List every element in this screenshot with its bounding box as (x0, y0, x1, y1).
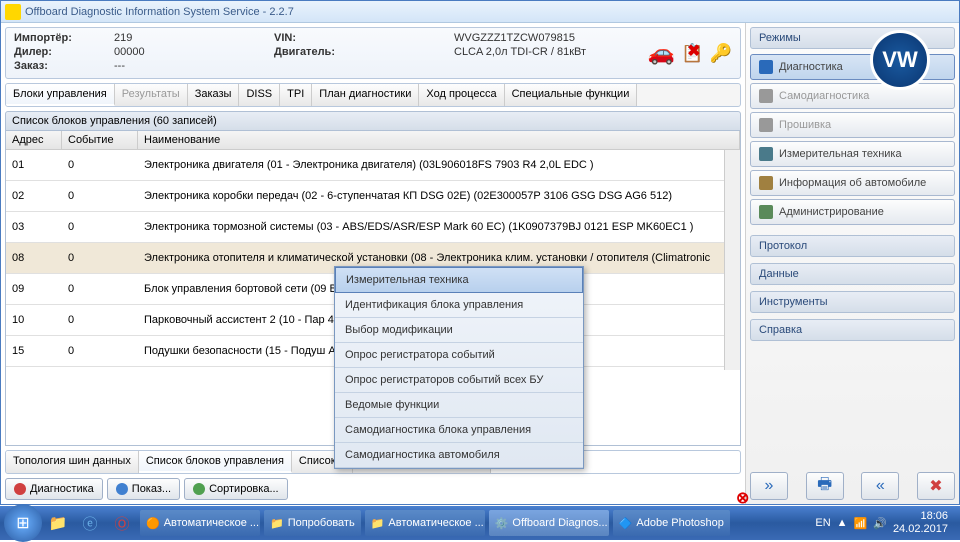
titlebar[interactable]: Offboard Diagnostic Information System S… (1, 1, 959, 23)
tab-3[interactable]: DISS (239, 84, 280, 106)
side-section-header[interactable]: Данные (750, 263, 955, 285)
vertical-scrollbar[interactable] (724, 150, 740, 370)
mode-button[interactable]: Информация об автомобиле (750, 170, 955, 196)
table-row[interactable]: 020Электроника коробки передач (02 - 6-с… (6, 181, 724, 212)
app-icon: 🔷 (619, 517, 633, 530)
tab-bar: Блоки управленияРезультатыЗаказыDISSTPIП… (5, 83, 741, 107)
engine-value: CLCA 2,0л TDI-CR / 81кВт (454, 46, 586, 58)
menu-item[interactable]: Идентификация блока управления (335, 293, 583, 318)
info-bar: Импортёр:219 Дилер:00000 Заказ:--- VIN:W… (5, 27, 741, 79)
engine-label: Двигатель: (274, 46, 454, 58)
menu-item[interactable]: Самодиагностика блока управления (335, 418, 583, 443)
app-icon: 📁 (371, 517, 385, 530)
side-section-header[interactable]: Справка (750, 319, 955, 341)
tab-0[interactable]: Блоки управления (6, 84, 115, 106)
system-tray[interactable]: EN ▲ 📶 🔊 18:06 24.02.2017 (815, 510, 956, 536)
dealer-label: Дилер: (14, 46, 114, 58)
taskbar-app[interactable]: 📁Попробовать (264, 510, 361, 536)
menu-item[interactable]: Измерительная техника (335, 267, 583, 293)
app-icon: ⚙️ (495, 517, 509, 530)
tab-4[interactable]: TPI (280, 84, 312, 106)
menu-item[interactable]: Опрос регистратора событий (335, 343, 583, 368)
mode-icon (759, 147, 773, 161)
opera-icon[interactable]: Ⓞ (109, 510, 135, 536)
importer-label: Импортёр: (14, 32, 114, 44)
vw-logo: VW (870, 30, 930, 90)
mode-icon (759, 60, 773, 74)
bottom-tab-1[interactable]: Список блоков управления (139, 451, 292, 473)
taskbar-app[interactable]: ⚙️Offboard Diagnos... (489, 510, 609, 536)
order-label: Заказ: (14, 60, 114, 72)
close-button[interactable]: ✖ (917, 472, 955, 500)
importer-value: 219 (114, 32, 132, 44)
tab-1[interactable]: Результаты (115, 84, 188, 106)
menu-item[interactable]: Ведомые функции (335, 393, 583, 418)
app-icon (5, 4, 21, 20)
taskbar-app[interactable]: 🔷Adobe Photoshop (613, 510, 730, 536)
back-button[interactable]: « (861, 472, 899, 500)
order-value: --- (114, 60, 125, 72)
side-panel: Режимы ДиагностикаСамодиагностикаПрошивк… (745, 23, 959, 504)
language-indicator[interactable]: EN (815, 517, 830, 529)
dealer-value: 00000 (114, 46, 145, 58)
vin-label: VIN: (274, 32, 454, 44)
mode-icon (759, 176, 773, 190)
bottom-buttons: ДиагностикаПоказ...Сортировка... (5, 478, 741, 500)
ie-icon[interactable]: ⓔ (77, 510, 103, 536)
key-icon: 🔑 (710, 43, 732, 64)
taskbar-apps: 🟠Автоматическое ...📁Попробовать📁Автомати… (138, 510, 732, 536)
tray-network-icon[interactable]: 📶 (854, 517, 868, 530)
taskbar[interactable]: ⊞ 📁 ⓔ Ⓞ 🟠Автоматическое ...📁Попробовать📁… (0, 506, 960, 540)
tray-flag-icon[interactable]: ▲ (837, 517, 848, 529)
action-button[interactable]: Показ... (107, 478, 180, 500)
action-button[interactable]: Диагностика (5, 478, 103, 500)
explorer-icon[interactable]: 📁 (45, 510, 71, 536)
print-button[interactable]: 🖶 (806, 472, 844, 500)
app-icon: 🟠 (146, 517, 160, 530)
start-button[interactable]: ⊞ (4, 504, 42, 542)
mode-icon (759, 118, 773, 132)
button-icon (14, 483, 26, 495)
action-button[interactable]: Сортировка... (184, 478, 288, 500)
mode-button: Самодиагностика (750, 83, 955, 109)
window-title: Offboard Diagnostic Information System S… (25, 6, 294, 18)
button-icon (116, 483, 128, 495)
tab-7[interactable]: Специальные функции (505, 84, 638, 106)
side-sections: Протокол Данные Инструменты Справка (750, 235, 955, 341)
context-menu: Измерительная техникаИдентификация блока… (334, 266, 584, 469)
side-section-header[interactable]: Инструменты (750, 291, 955, 313)
forward-button[interactable]: » (750, 472, 788, 500)
taskbar-app[interactable]: 📁Автоматическое ... (365, 510, 485, 536)
app-icon: 📁 (270, 517, 284, 530)
menu-item[interactable]: Выбор модификации (335, 318, 583, 343)
tab-2[interactable]: Заказы (188, 84, 240, 106)
button-icon (193, 483, 205, 495)
table-row[interactable]: 010Электроника двигателя (01 - Электрони… (6, 150, 724, 181)
mode-button[interactable]: Администрирование (750, 199, 955, 225)
mode-icon (759, 205, 773, 219)
nav-buttons: » 🖶 « ✖ (750, 472, 955, 500)
grid-title: Список блоков управления (60 записей) (5, 111, 741, 131)
col-address[interactable]: Адрес (6, 131, 62, 149)
vin-value: WVGZZZ1TZCW079815 (454, 32, 575, 44)
col-event[interactable]: Событие (62, 131, 138, 149)
error-indicator-icon: ⊗ (736, 488, 749, 508)
clock[interactable]: 18:06 24.02.2017 (893, 510, 948, 536)
car-icon: 🚗 (648, 40, 675, 66)
grid-columns: Адрес Событие Наименование (6, 131, 740, 150)
mode-button[interactable]: Измерительная техника (750, 141, 955, 167)
bottom-tab-0[interactable]: Топология шин данных (6, 451, 139, 473)
mode-icon (759, 89, 773, 103)
mode-button: Прошивка (750, 112, 955, 138)
side-section-header[interactable]: Протокол (750, 235, 955, 257)
tab-6[interactable]: Ход процесса (419, 84, 504, 106)
connection-icon: 📋✖ (681, 43, 703, 64)
tray-volume-icon[interactable]: 🔊 (873, 517, 887, 530)
menu-item[interactable]: Самодиагностика автомобиля (335, 443, 583, 468)
menu-item[interactable]: Опрос регистраторов событий всех БУ (335, 368, 583, 393)
tab-5[interactable]: План диагностики (312, 84, 419, 106)
taskbar-app[interactable]: 🟠Автоматическое ... (140, 510, 260, 536)
table-row[interactable]: 030Электроника тормозной системы (03 - A… (6, 212, 724, 243)
col-name[interactable]: Наименование (138, 131, 740, 149)
